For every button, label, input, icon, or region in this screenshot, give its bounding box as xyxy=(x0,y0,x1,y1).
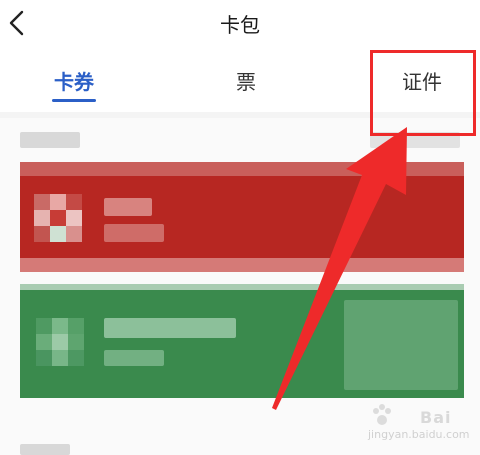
watermark-logo: Bai jingyan.baidu.com xyxy=(368,398,476,442)
watermark-text: Bai xyxy=(420,408,452,427)
watermark-url: jingyan.baidu.com xyxy=(368,428,470,441)
annotation-arrow-icon xyxy=(272,127,407,410)
